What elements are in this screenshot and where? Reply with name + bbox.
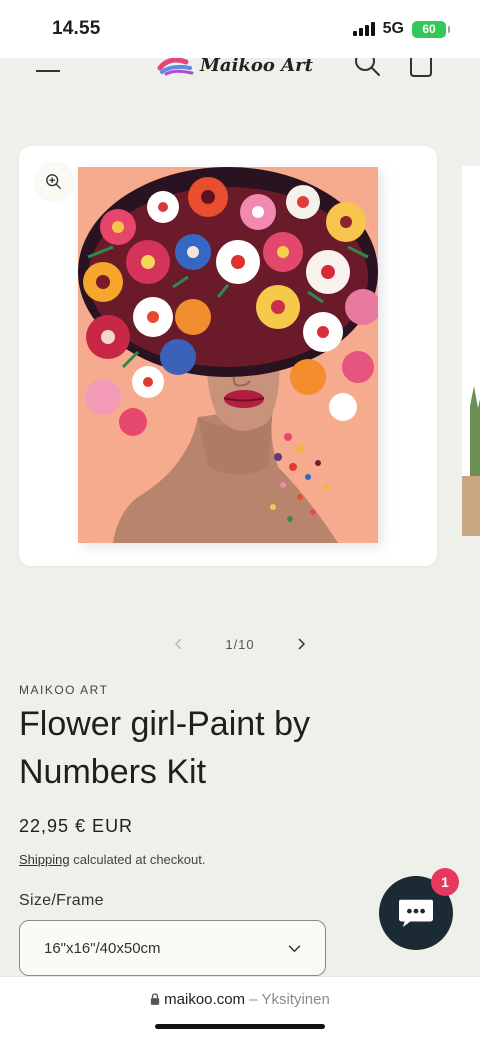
product-image-slide[interactable]: [19, 146, 437, 566]
size-frame-select[interactable]: 16"x16"/40x50cm: [19, 920, 326, 976]
next-image-slide-preview[interactable]: [462, 146, 480, 566]
home-indicator: [155, 1024, 325, 1029]
next-image-button[interactable]: [289, 632, 313, 656]
product-gallery[interactable]: [0, 146, 480, 566]
status-bar: 14.55 5G 60: [0, 0, 480, 58]
network-type: 5G: [382, 20, 404, 37]
status-time: 14.55: [52, 18, 101, 39]
url-domain: maikoo.com: [164, 991, 246, 1008]
signal-icon: [352, 22, 375, 36]
chevron-down-icon: [288, 944, 301, 952]
cart-icon[interactable]: [406, 58, 436, 78]
zoom-button[interactable]: [35, 163, 73, 201]
search-icon[interactable]: [352, 58, 382, 78]
image-counter: 1/10: [225, 636, 255, 652]
cactus-image: [462, 146, 480, 566]
site-logo[interactable]: Maikoo Art: [156, 58, 313, 80]
size-frame-label: Size/Frame: [19, 892, 104, 909]
battery-level: 60: [422, 22, 436, 36]
url-display[interactable]: maikoo.com – Yksityinen: [0, 991, 480, 1008]
gallery-pagination: 1/10: [0, 630, 480, 658]
product-title: Flower girl-Paint by Numbers Kit: [19, 705, 310, 791]
chevron-right-icon: [298, 638, 305, 650]
shipping-text: calculated at checkout.: [69, 852, 206, 867]
hamburger-menu-icon[interactable]: [36, 58, 62, 78]
chat-bubble-icon: [399, 899, 433, 928]
previous-image-button[interactable]: [167, 632, 191, 656]
product-image-flower-girl[interactable]: [78, 167, 378, 543]
shipping-link[interactable]: Shipping: [19, 852, 70, 867]
shipping-note: Shipping calculated at checkout.: [19, 852, 205, 867]
product-vendor: MAIKOO ART: [19, 683, 109, 697]
logo-brush-icon: [157, 58, 194, 76]
browsing-mode: – Yksityinen: [245, 991, 330, 1008]
logo-text: Maikoo Art: [200, 58, 313, 76]
size-frame-value: 16"x16"/40x50cm: [44, 939, 161, 957]
chevron-left-icon: [175, 638, 182, 650]
product-price: 22,95 € EUR: [19, 816, 134, 836]
browser-address-bar: maikoo.com – Yksityinen: [0, 976, 480, 1039]
status-indicators: 5G 60: [352, 20, 450, 38]
site-header: Maikoo Art: [0, 58, 480, 88]
zoom-in-icon: [46, 174, 61, 189]
battery-icon: 60: [412, 20, 450, 38]
chat-notification-badge: 1: [431, 868, 459, 896]
lock-icon: [151, 993, 160, 1005]
